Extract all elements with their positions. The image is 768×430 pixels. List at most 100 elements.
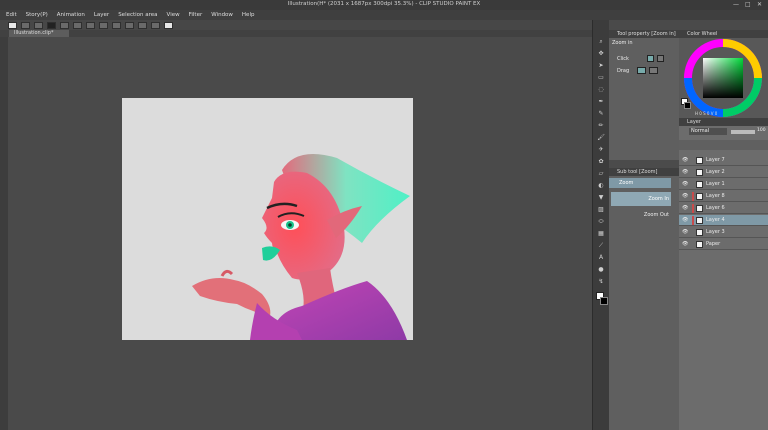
panel-divider (609, 160, 679, 168)
invert-selection-icon[interactable] (125, 21, 134, 29)
figure-tool-icon[interactable]: ⬭ (597, 218, 605, 225)
menu-story[interactable]: Story(P) (26, 12, 48, 18)
open-file-icon[interactable] (34, 21, 43, 29)
zoom-tool-icon[interactable]: ⌕ (597, 38, 605, 45)
menu-help[interactable]: Help (242, 12, 255, 18)
visibility-eye-icon[interactable]: 👁 (682, 157, 688, 163)
layer-row[interactable]: 👁 Layer 3 (679, 227, 768, 238)
decoration-tool-icon[interactable]: ✿ (597, 158, 605, 165)
move-tool-icon[interactable]: ✥ (597, 50, 605, 57)
menu-layer[interactable]: Layer (94, 12, 109, 18)
property-click-label: Click (617, 56, 629, 62)
transform-icon[interactable] (99, 21, 108, 29)
maximize-button[interactable]: □ (745, 1, 751, 8)
eyedropper-tool-icon[interactable]: ✒ (597, 98, 605, 105)
document-tab-strip (0, 30, 592, 37)
layer-thumbnail (696, 217, 703, 224)
layer-row[interactable]: 👁 Layer 8 (679, 191, 768, 202)
layer-name: Layer 7 (706, 157, 725, 163)
brush-tool-icon[interactable]: 🖌 (597, 134, 605, 141)
pen-tool-icon[interactable]: ✎ (597, 110, 605, 117)
layer-thumbnail (696, 205, 703, 212)
deselect-icon[interactable] (112, 21, 121, 29)
pencil-tool-icon[interactable]: ✏ (597, 122, 605, 129)
visibility-eye-icon[interactable]: 👁 (682, 193, 688, 199)
correct-line-tool-icon[interactable]: ↯ (597, 278, 605, 285)
save-icon[interactable] (47, 21, 56, 29)
lasso-tool-icon[interactable]: ◌ (597, 86, 605, 93)
left-edge-bar (0, 37, 8, 430)
property-drag-label: Drag (617, 68, 630, 74)
frame-tool-icon[interactable]: ▦ (597, 230, 605, 237)
click-zoom-out-icon[interactable] (657, 55, 664, 62)
clipping-indicator (692, 192, 694, 201)
window-title: Illustration(H* (2031 x 1687px 300dpi 35… (287, 1, 481, 7)
layer-row[interactable]: 👁 Layer 6 (679, 203, 768, 214)
layer-thumbnail (696, 181, 703, 188)
layer-row[interactable]: 👁 Layer 2 (679, 167, 768, 178)
selection-tool-icon[interactable]: ▭ (597, 74, 605, 81)
menu-animation[interactable]: Animation (57, 12, 85, 18)
undo-icon[interactable] (60, 21, 69, 29)
ruler-tool-icon[interactable]: ⟋ (597, 242, 605, 249)
visibility-eye-icon[interactable]: 👁 (682, 217, 688, 223)
menu-view[interactable]: View (167, 12, 180, 18)
eraser-tool-icon[interactable]: ▱ (597, 170, 605, 177)
settings-icon[interactable] (164, 21, 173, 29)
sub-tool-zoom-in[interactable]: Zoom In (611, 192, 671, 206)
drag-mode-a-icon[interactable] (637, 67, 646, 74)
layer-row[interactable]: 👁 Layer 7 (679, 155, 768, 166)
visibility-eye-icon[interactable]: 👁 (682, 205, 688, 211)
menu-selection-area[interactable]: Selection area (118, 12, 157, 18)
layer-row[interactable]: 👁 Paper (679, 239, 768, 250)
balloon-tool-icon[interactable]: ● (597, 266, 605, 273)
snap-ruler-icon[interactable] (138, 21, 147, 29)
opacity-value: 100 (757, 128, 766, 133)
opacity-slider[interactable] (731, 130, 755, 134)
close-button[interactable]: ✕ (757, 1, 762, 8)
document-tab[interactable]: Illustration.clip* (9, 30, 69, 37)
visibility-eye-icon[interactable]: 👁 (682, 181, 688, 187)
fill-tool-icon[interactable]: ▼ (597, 194, 605, 201)
minimize-button[interactable]: — (733, 1, 739, 8)
layer-thumbnail (696, 229, 703, 236)
command-bar (0, 20, 592, 30)
color-sub-icon[interactable] (684, 102, 691, 109)
visibility-eye-icon[interactable]: 👁 (682, 169, 688, 175)
operation-tool-icon[interactable]: ➤ (597, 62, 605, 69)
layer-thumbnail (696, 169, 703, 176)
sub-tool-group-zoom[interactable]: Zoom (609, 178, 671, 188)
menu-window[interactable]: Window (211, 12, 233, 18)
layer-name: Layer 3 (706, 229, 725, 235)
layer-name: Layer 6 (706, 205, 725, 211)
sub-tool-zoom-out[interactable]: Zoom Out (611, 208, 671, 222)
layer-tools-row (679, 140, 768, 150)
visibility-eye-icon[interactable]: 👁 (682, 229, 688, 235)
airbrush-tool-icon[interactable]: ✈ (597, 146, 605, 153)
menu-filter[interactable]: Filter (189, 12, 203, 18)
layer-name: Layer 8 (706, 193, 725, 199)
visibility-eye-icon[interactable]: 👁 (682, 241, 688, 247)
blend-mode-select[interactable]: Normal (689, 128, 727, 135)
artboard[interactable] (122, 98, 413, 340)
drag-mode-b-icon[interactable] (649, 67, 658, 74)
clear-icon[interactable] (86, 21, 95, 29)
gradient-tool-icon[interactable]: ▨ (597, 206, 605, 213)
text-tool-icon[interactable]: A (597, 254, 605, 261)
layer-thumbnail (696, 241, 703, 248)
click-zoom-in-icon[interactable] (647, 55, 654, 62)
blend-tool-icon[interactable]: ◐ (597, 182, 605, 189)
clip-studio-icon[interactable] (8, 21, 17, 29)
color-wheel[interactable] (679, 38, 768, 118)
sub-color-swatch[interactable] (600, 297, 608, 305)
menu-bar: Edit Story(P) Animation Layer Selection … (0, 10, 768, 20)
layer-name: Paper (706, 241, 721, 247)
layer-row[interactable]: 👁 Layer 1 (679, 179, 768, 190)
new-file-icon[interactable] (21, 21, 30, 29)
snap-grid-icon[interactable] (151, 21, 160, 29)
redo-icon[interactable] (73, 21, 82, 29)
layer-row-selected[interactable]: 👁 Layer 4 (679, 215, 768, 226)
layer-name: Layer 1 (706, 181, 725, 187)
layer-name: Layer 2 (706, 169, 725, 175)
menu-edit[interactable]: Edit (6, 12, 17, 18)
